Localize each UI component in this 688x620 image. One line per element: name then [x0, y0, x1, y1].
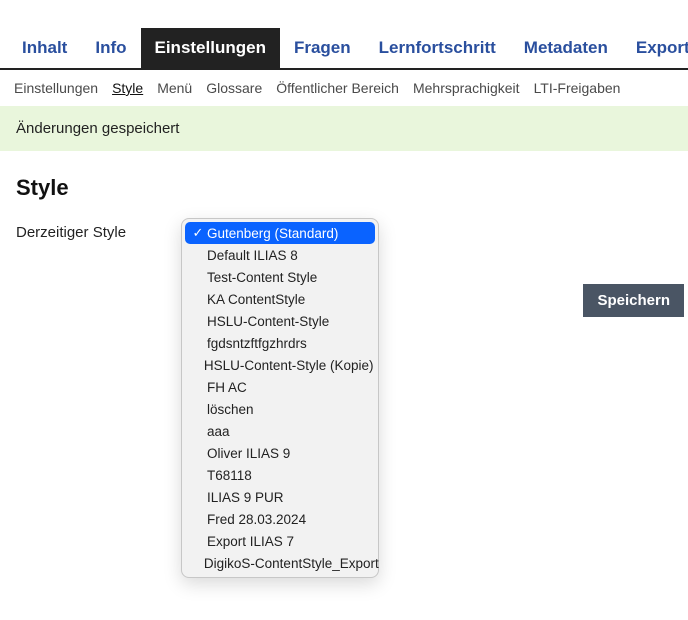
tab-lernfortschritt[interactable]: Lernfortschritt	[365, 28, 510, 68]
dropdown-option-label: HSLU-Content-Style	[207, 314, 329, 329]
tab-info[interactable]: Info	[81, 28, 140, 68]
subtab-mehrsprachigkeit[interactable]: Mehrsprachigkeit	[413, 80, 520, 96]
dropdown-option[interactable]: ✓ KA ContentStyle	[185, 288, 375, 310]
dropdown-option[interactable]: ✓ aaa	[185, 420, 375, 442]
subtab-oeffentlicher-bereich[interactable]: Öffentlicher Bereich	[276, 80, 399, 96]
dropdown-option[interactable]: ✓ Default ILIAS 8	[185, 244, 375, 266]
dropdown-option-label: aaa	[207, 424, 230, 439]
tab-fragen[interactable]: Fragen	[280, 28, 365, 68]
sub-tab-bar: Einstellungen Style Menü Glossare Öffent…	[0, 70, 688, 106]
form-label-style: Derzeitiger Style	[16, 223, 166, 243]
save-button[interactable]: Speichern	[583, 284, 684, 317]
subtab-einstellungen[interactable]: Einstellungen	[14, 80, 98, 96]
primary-tab-bar: Inhalt Info Einstellungen Fragen Lernfor…	[0, 0, 688, 70]
form-row-style: Derzeitiger Style ✓ Gutenberg (Standard)…	[16, 223, 672, 243]
form-area: Style Derzeitiger Style ✓ Gutenberg (Sta…	[0, 151, 688, 243]
tab-metadaten[interactable]: Metadaten	[510, 28, 622, 68]
dropdown-option-label: Export ILIAS 7	[207, 534, 294, 549]
dropdown-option-label: FH AC	[207, 380, 247, 395]
dropdown-option[interactable]: ✓ DigikoS-ContentStyle_Export	[185, 552, 375, 574]
dropdown-option-label: fgdsntzftfgzhrdrs	[207, 336, 307, 351]
dropdown-option-label: HSLU-Content-Style (Kopie)	[204, 358, 374, 373]
dropdown-option-label: Fred 28.03.2024	[207, 512, 306, 527]
dropdown-option[interactable]: ✓ FH AC	[185, 376, 375, 398]
dropdown-option[interactable]: ✓ löschen	[185, 398, 375, 420]
section-title: Style	[16, 175, 672, 201]
dropdown-option-label: Gutenberg (Standard)	[207, 226, 338, 241]
dropdown-option[interactable]: ✓ Test-Content Style	[185, 266, 375, 288]
subtab-glossare[interactable]: Glossare	[206, 80, 262, 96]
dropdown-option-label: KA ContentStyle	[207, 292, 305, 307]
dropdown-option[interactable]: ✓ Export ILIAS 7	[185, 530, 375, 552]
dropdown-option-label: Default ILIAS 8	[207, 248, 298, 263]
dropdown-option[interactable]: ✓ fgdsntzftfgzhrdrs	[185, 332, 375, 354]
subtab-lti-freigaben[interactable]: LTI-Freigaben	[534, 80, 621, 96]
dropdown-option[interactable]: ✓ HSLU-Content-Style (Kopie)	[185, 354, 375, 376]
check-icon: ✓	[191, 225, 205, 241]
success-banner: Änderungen gespeichert	[0, 106, 688, 151]
dropdown-option-label: Test-Content Style	[207, 270, 317, 285]
style-dropdown[interactable]: ✓ Gutenberg (Standard) ✓ Default ILIAS 8…	[181, 218, 379, 578]
dropdown-option-label: löschen	[207, 402, 254, 417]
dropdown-option[interactable]: ✓ Fred 28.03.2024	[185, 508, 375, 530]
dropdown-option[interactable]: ✓ HSLU-Content-Style	[185, 310, 375, 332]
dropdown-option-label: Oliver ILIAS 9	[207, 446, 290, 461]
subtab-menu[interactable]: Menü	[157, 80, 192, 96]
dropdown-option[interactable]: ✓ ILIAS 9 PUR	[185, 486, 375, 508]
dropdown-option[interactable]: ✓ Oliver ILIAS 9	[185, 442, 375, 464]
dropdown-option[interactable]: ✓ Gutenberg (Standard)	[185, 222, 375, 244]
dropdown-option-label: ILIAS 9 PUR	[207, 490, 284, 505]
dropdown-option-label: T68118	[207, 468, 252, 483]
tab-export[interactable]: Export	[622, 28, 688, 68]
dropdown-option-label: DigikoS-ContentStyle_Export	[204, 556, 379, 571]
tab-inhalt[interactable]: Inhalt	[8, 28, 81, 68]
dropdown-option[interactable]: ✓ T68118	[185, 464, 375, 486]
subtab-style[interactable]: Style	[112, 80, 143, 96]
tab-einstellungen[interactable]: Einstellungen	[141, 28, 280, 68]
